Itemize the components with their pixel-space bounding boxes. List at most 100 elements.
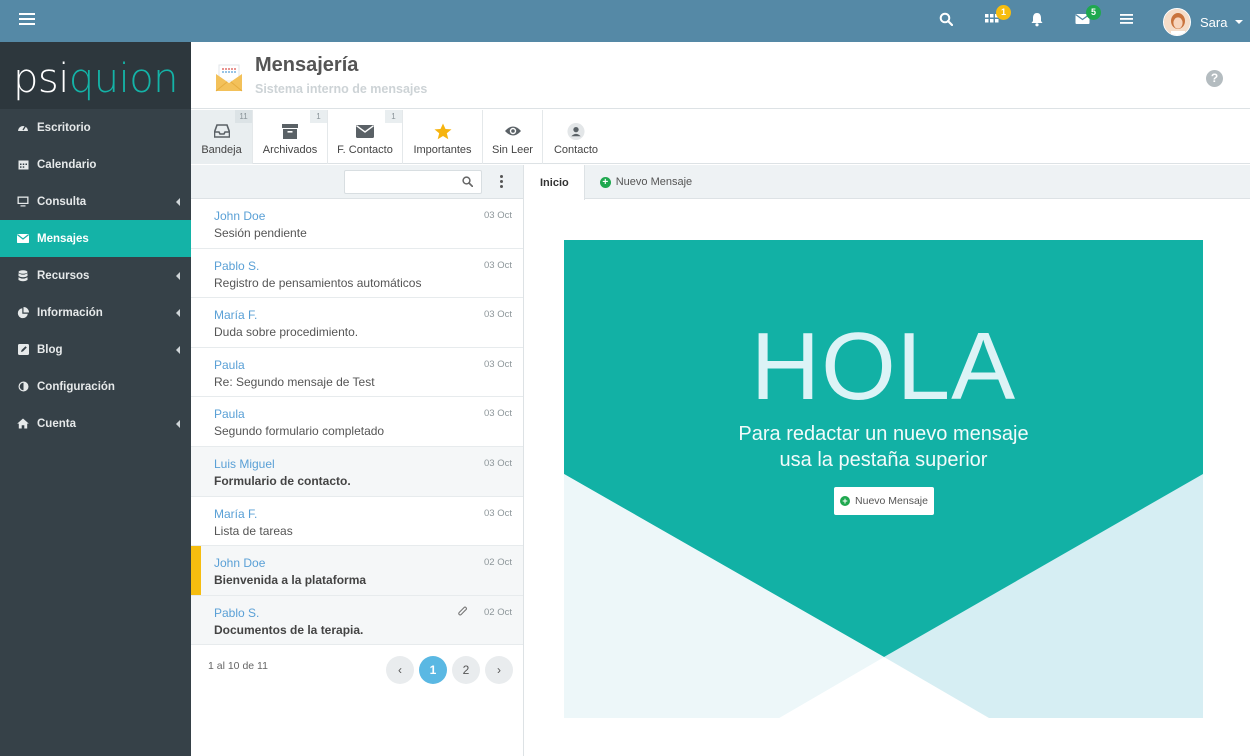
page-title: Mensajería: [255, 54, 359, 76]
message-list-pane: John Doe Sesión pendiente 03 Oct Pablo S…: [191, 165, 524, 756]
message-subject: Documentos de la terapia.: [214, 622, 364, 637]
sidebar-item-label: Escritorio: [37, 121, 91, 134]
list-item[interactable]: Pablo S. Registro de pensamientos automá…: [191, 248, 523, 299]
message-date: 03 Oct: [484, 210, 512, 221]
mail-badge: 5: [1086, 5, 1101, 20]
list-menu-icon[interactable]: [1120, 12, 1138, 30]
next-page-button[interactable]: ›: [485, 656, 513, 684]
folder-label: Sin Leer: [492, 144, 533, 156]
message-date: 03 Oct: [484, 507, 512, 519]
menu-toggle-icon[interactable]: [19, 13, 35, 29]
tab-inicio[interactable]: Inicio: [525, 165, 585, 200]
message-date: 03 Oct: [484, 259, 512, 271]
expand-arrow-icon: [176, 198, 180, 206]
page-1-button[interactable]: 1: [419, 656, 447, 684]
sidebar-item-blog[interactable]: Blog: [0, 331, 191, 368]
sidebar-item-informacion[interactable]: Información: [0, 294, 191, 331]
archive-icon: [281, 122, 299, 140]
tab-nuevo-mensaje[interactable]: + Nuevo Mensaje: [585, 165, 707, 199]
content-tabs: Inicio + Nuevo Mensaje: [525, 165, 1250, 200]
user-menu[interactable]: Sara: [1163, 8, 1244, 36]
adjust-icon: [17, 381, 29, 393]
message-subject: Formulario de contacto.: [214, 473, 351, 488]
dashboard-icon: [17, 122, 29, 134]
message-date: 03 Oct: [484, 457, 512, 469]
apps-grid-icon[interactable]: 1: [985, 5, 1011, 30]
message-subject: Registro de pensamientos automáticos: [214, 275, 422, 290]
message-subject: Segundo formulario completado: [214, 424, 385, 439]
message-sender: María F.: [214, 506, 258, 521]
message-subject: Sesión pendiente: [214, 226, 307, 240]
folder-tab-importantes[interactable]: Importantes: [403, 110, 483, 164]
list-toolbar: [191, 165, 523, 199]
page-2-button[interactable]: 2: [452, 656, 480, 684]
list-item[interactable]: Pablo S. Documentos de la terapia. 02 Oc…: [191, 595, 523, 646]
bell-icon[interactable]: [1030, 12, 1048, 30]
list-item[interactable]: John Doe Sesión pendiente 03 Oct: [191, 199, 523, 249]
envelope-icon: [356, 122, 374, 140]
list-item[interactable]: María F. Duda sobre procedimiento. 03 Oc…: [191, 298, 523, 348]
edit-icon: [17, 344, 29, 356]
sidebar: psiquion Escritorio Calendario Consulta …: [0, 42, 191, 756]
folder-tab-bandeja[interactable]: 11 Bandeja: [191, 110, 253, 164]
more-options-icon[interactable]: [497, 175, 505, 191]
prev-page-button[interactable]: ‹: [386, 656, 414, 684]
new-message-button[interactable]: + Nuevo Mensaje: [834, 487, 934, 515]
search-input[interactable]: [345, 171, 455, 193]
user-name: Sara: [1200, 14, 1228, 30]
message-date: 03 Oct: [484, 309, 512, 321]
folder-tab-contacto[interactable]: Contacto: [543, 110, 609, 164]
folder-label: Bandeja: [201, 144, 242, 156]
sidebar-item-recursos[interactable]: Recursos: [0, 257, 191, 294]
search-icon[interactable]: [939, 12, 957, 30]
search-icon[interactable]: [462, 176, 474, 188]
folder-label: Contacto: [553, 144, 599, 156]
list-item[interactable]: Luis Miguel Formulario de contacto. 03 O…: [191, 446, 523, 497]
sidebar-item-label: Calendario: [37, 158, 97, 171]
folder-label: F. Contacto: [337, 144, 393, 156]
folder-count: 1: [385, 110, 402, 123]
message-subject: Lista de tareas: [214, 523, 293, 538]
sidebar-item-label: Cuenta: [37, 417, 76, 430]
page-subtitle: Sistema interno de mensajes: [255, 82, 428, 96]
list-item[interactable]: Paula Segundo formulario completado 03 O…: [191, 397, 523, 447]
pagination: ‹ 1 2 ›: [386, 656, 518, 684]
monitor-icon: [17, 196, 29, 208]
calendar-icon: [17, 159, 29, 171]
welcome-banner: HOLA Para redactar un nuevo mensaje usa …: [564, 240, 1203, 718]
plus-circle-icon: +: [599, 176, 611, 188]
sidebar-item-configuracion[interactable]: Configuración: [0, 368, 191, 405]
sidebar-item-cuenta[interactable]: Cuenta: [0, 405, 191, 442]
sidebar-item-calendario[interactable]: Calendario: [0, 146, 191, 183]
envelope-icon: [17, 233, 29, 245]
star-icon: [434, 122, 452, 140]
list-item[interactable]: Paula Re: Segundo mensaje de Test 03 Oct: [191, 347, 523, 398]
mail-icon[interactable]: 5: [1075, 5, 1101, 30]
user-icon: [567, 122, 585, 140]
list-item[interactable]: John Doe Bienvenida a la plataforma 02 O…: [191, 546, 523, 596]
help-icon[interactable]: ?: [1206, 70, 1223, 87]
sidebar-item-label: Blog: [37, 343, 63, 356]
open-envelope-icon: [215, 64, 243, 92]
folder-tab-sin-leer[interactable]: Sin Leer: [483, 110, 543, 164]
sidebar-item-mensajes[interactable]: Mensajes: [0, 220, 191, 257]
plus-circle-icon: +: [840, 496, 851, 506]
page-header: Mensajería Sistema interno de mensajes ?: [191, 42, 1250, 109]
message-date: 02 Oct: [484, 606, 512, 618]
list-item[interactable]: María F. Lista de tareas 03 Oct: [191, 496, 523, 547]
message-subject: Bienvenida a la plataforma: [214, 573, 367, 588]
sidebar-item-label: Consulta: [37, 195, 87, 208]
caret-down-icon: [1235, 20, 1244, 24]
database-icon: [17, 269, 29, 282]
paperclip-icon: [457, 606, 468, 618]
folder-label: Importantes: [413, 144, 472, 156]
sidebar-item-escritorio[interactable]: Escritorio: [0, 109, 191, 146]
logo[interactable]: psiquion: [0, 42, 191, 109]
sidebar-item-label: Información: [37, 306, 103, 319]
folder-tab-f-contacto[interactable]: 1 F. Contacto: [328, 110, 403, 164]
folder-tab-archivados[interactable]: 1 Archivados: [253, 110, 328, 164]
sidebar-item-consulta[interactable]: Consulta: [0, 183, 191, 220]
eye-icon: [504, 122, 522, 140]
message-sender: Paula: [214, 357, 245, 372]
avatar: [1163, 8, 1191, 36]
